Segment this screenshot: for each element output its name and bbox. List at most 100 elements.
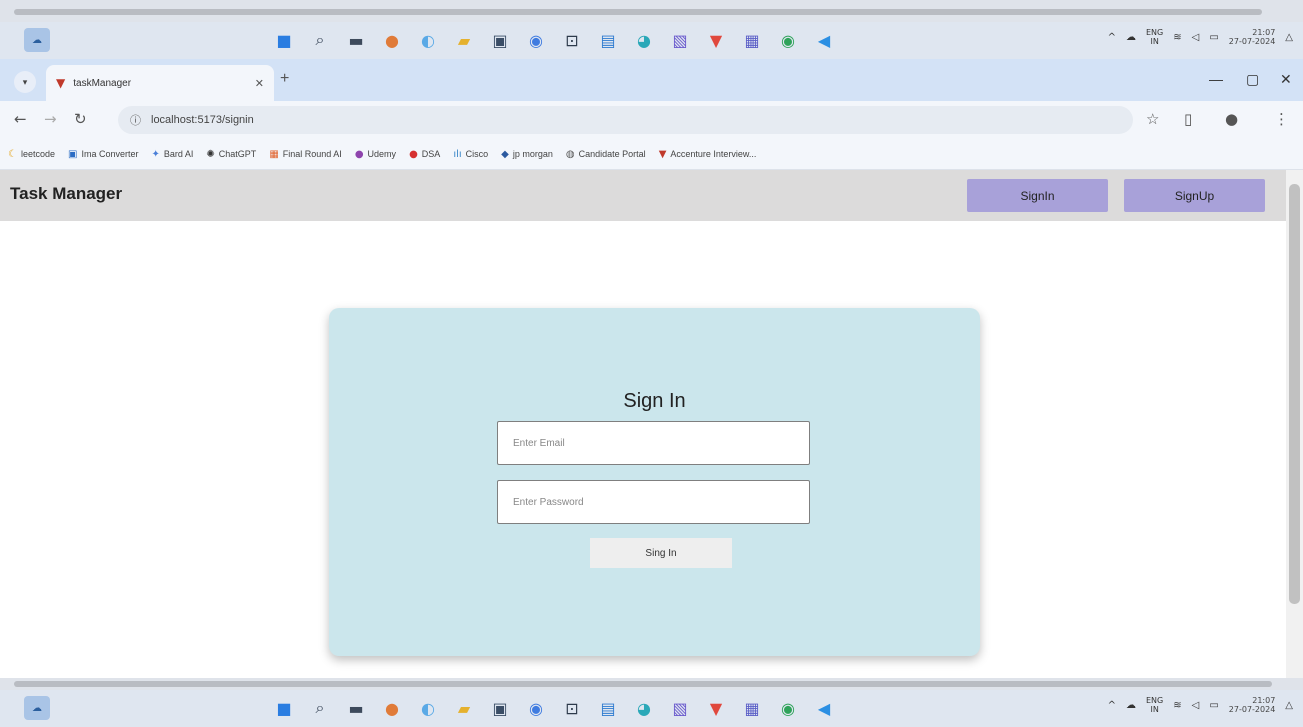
bookmark-item[interactable]: ● DSA	[409, 149, 440, 160]
browser-toolbar: ← → ↻ ⓘ localhost:5173/signin ☆ ▯ ● ⋮	[0, 101, 1303, 139]
email-field[interactable]: Enter Email	[497, 421, 810, 465]
forward-icon[interactable]: →	[44, 110, 57, 128]
onedrive-icon[interactable]: ☁	[1126, 32, 1136, 43]
scrollbar-thumb[interactable]	[1289, 184, 1300, 604]
teams-icon[interactable]: ▦	[738, 26, 766, 54]
file-explorer-icon[interactable]: ▰	[450, 694, 478, 722]
clock[interactable]: 21:07 27-07-2024	[1229, 28, 1276, 46]
bookmark-item[interactable]: ✺ ChatGPT	[206, 149, 256, 160]
bookmark-item[interactable]: ◆ jp morgan	[501, 149, 553, 160]
taskbar-app-icons: ■ ⌕ ▬ ● ◐ ▰ ▣ ◉ ⊡ ▤ ◕ ▧ ▼ ▦ ◉ ◀	[270, 694, 838, 722]
store-icon[interactable]: ▣	[486, 26, 514, 54]
wifi-icon[interactable]: ≋	[1173, 700, 1181, 711]
chevron-up-icon[interactable]: ^	[1108, 32, 1116, 43]
tab-search-button[interactable]: ▾	[14, 71, 36, 93]
wifi-icon[interactable]: ≋	[1173, 32, 1181, 43]
notification-bell-icon[interactable]: △	[1285, 32, 1293, 43]
copilot-icon[interactable]: ◐	[414, 694, 442, 722]
bookmark-item[interactable]: ▼ Accenture Interview...	[659, 149, 757, 160]
vscode-icon[interactable]: ◀	[810, 26, 838, 54]
close-window-icon[interactable]: ✕	[1280, 71, 1292, 88]
file-explorer-icon[interactable]: ▰	[450, 26, 478, 54]
bookmark-star-icon[interactable]: ☆	[1146, 110, 1159, 128]
brave-icon[interactable]: ▼	[702, 694, 730, 722]
clock-date: 27-07-2024	[1228, 37, 1276, 46]
windows-start-icon[interactable]: ■	[270, 694, 298, 722]
outer-horizontal-scrollbar-bottom[interactable]	[0, 678, 1303, 690]
edge-icon[interactable]: ◕	[630, 26, 658, 54]
teams-icon[interactable]: ▦	[738, 694, 766, 722]
tab-title: taskManager	[73, 77, 132, 89]
widgets-icon[interactable]: ●	[378, 694, 406, 722]
lang-top: ENG	[1146, 696, 1164, 705]
volume-icon[interactable]: ◁	[1192, 32, 1200, 43]
menu-kebab-icon[interactable]: ⋮	[1274, 110, 1289, 128]
onedrive-icon[interactable]: ☁	[1126, 700, 1136, 711]
bookmark-item[interactable]: ▣ Ima Converter	[68, 149, 138, 160]
chevron-up-icon[interactable]: ^	[1108, 700, 1116, 711]
bookmark-item[interactable]: ✦ Bard AI	[151, 149, 193, 160]
search-icon[interactable]: ⌕	[306, 26, 334, 54]
bookmark-label: Ima Converter	[81, 149, 139, 159]
mail-icon[interactable]: ▤	[594, 694, 622, 722]
tab-taskmanager[interactable]: ▼ taskManager ✕	[46, 65, 274, 101]
chrome-dev-icon[interactable]: ◉	[774, 694, 802, 722]
minimize-icon[interactable]: —	[1209, 71, 1223, 87]
signin-submit-button[interactable]: Sing In	[590, 538, 732, 568]
weather-widget-icon[interactable]: ☁	[24, 28, 50, 52]
password-field[interactable]: Enter Password	[497, 480, 810, 524]
edge-icon[interactable]: ◕	[630, 694, 658, 722]
notification-bell-icon[interactable]: △	[1285, 700, 1293, 711]
reload-icon[interactable]: ↻	[74, 110, 87, 128]
new-tab-icon[interactable]: +	[280, 70, 289, 88]
mail-icon[interactable]: ▤	[594, 26, 622, 54]
terminal-icon[interactable]: ⊡	[558, 694, 586, 722]
system-tray: ^ ☁ ENG IN ≋ ◁ ▭ 21:07 27-07-2024 △	[1108, 28, 1293, 46]
lang-bottom: IN	[1150, 705, 1159, 714]
signup-nav-button[interactable]: SignUp	[1124, 179, 1265, 212]
bookmark-item[interactable]: ☾ leetcode	[8, 149, 55, 160]
chrome-dev-icon[interactable]: ◉	[774, 26, 802, 54]
photos-icon[interactable]: ▧	[666, 26, 694, 54]
terminal-icon[interactable]: ⊡	[558, 26, 586, 54]
signin-nav-button[interactable]: SignIn	[967, 179, 1108, 212]
volume-icon[interactable]: ◁	[1192, 700, 1200, 711]
sparkle-icon: ✦	[151, 148, 160, 160]
task-view-icon[interactable]: ▬	[342, 694, 370, 722]
bookmark-item[interactable]: ılı Cisco	[453, 149, 488, 160]
task-view-icon[interactable]: ▬	[342, 26, 370, 54]
page-vertical-scrollbar[interactable]	[1286, 170, 1303, 678]
language-indicator[interactable]: ENG IN	[1146, 28, 1163, 46]
store-icon[interactable]: ▣	[486, 694, 514, 722]
widgets-icon[interactable]: ●	[378, 26, 406, 54]
tab-close-icon[interactable]: ✕	[255, 77, 264, 90]
bookmark-item[interactable]: ▦ Final Round AI	[269, 149, 342, 160]
battery-icon[interactable]: ▭	[1209, 700, 1218, 711]
outer-horizontal-scrollbar-top[interactable]	[0, 0, 1303, 22]
vscode-icon[interactable]: ◀	[810, 694, 838, 722]
bookmark-label: DSA	[421, 149, 441, 159]
search-icon[interactable]: ⌕	[306, 694, 334, 722]
lang-bottom: IN	[1150, 37, 1159, 46]
maximize-icon[interactable]: ▢	[1246, 71, 1259, 88]
extensions-icon[interactable]: ▯	[1184, 110, 1192, 128]
language-indicator[interactable]: ENG IN	[1146, 696, 1163, 714]
brave-icon[interactable]: ▼	[702, 26, 730, 54]
scrollbar-thumb[interactable]	[14, 681, 1272, 687]
back-icon[interactable]: ←	[14, 110, 27, 128]
app-header: Task Manager SignIn SignUp	[0, 170, 1286, 221]
site-info-icon[interactable]: ⓘ	[130, 112, 141, 128]
bookmark-item[interactable]: ◍ Candidate Portal	[566, 149, 646, 160]
photos-icon[interactable]: ▧	[666, 694, 694, 722]
windows-start-icon[interactable]: ■	[270, 26, 298, 54]
bookmark-item[interactable]: ● Udemy	[355, 149, 396, 160]
address-bar[interactable]: ⓘ localhost:5173/signin	[118, 106, 1133, 134]
weather-widget-icon[interactable]: ☁	[24, 696, 50, 720]
scrollbar-thumb[interactable]	[14, 9, 1262, 15]
clock[interactable]: 21:07 27-07-2024	[1229, 696, 1276, 714]
profile-avatar-icon[interactable]: ●	[1225, 110, 1238, 128]
chrome-icon[interactable]: ◉	[522, 694, 550, 722]
battery-icon[interactable]: ▭	[1209, 32, 1218, 43]
chrome-icon[interactable]: ◉	[522, 26, 550, 54]
copilot-icon[interactable]: ◐	[414, 26, 442, 54]
